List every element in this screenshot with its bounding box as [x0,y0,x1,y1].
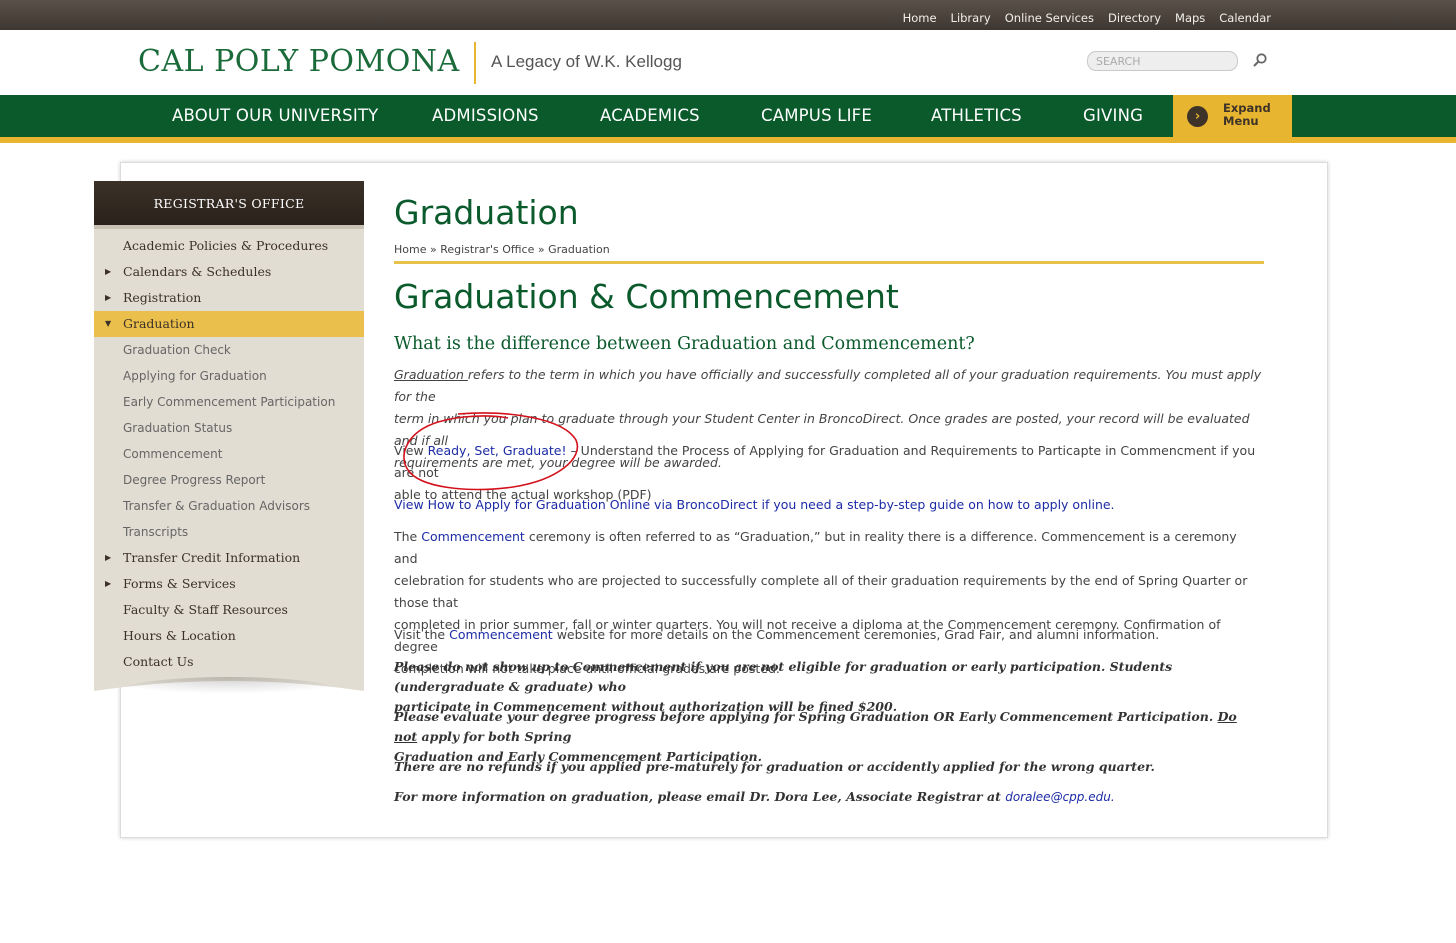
sidebar-item-label: Graduation Check [123,343,231,357]
nav-giving[interactable]: GIVING [1083,106,1143,125]
sidebar-item-label: Transfer Credit Information [123,550,301,565]
notice-text: apply for both Spring [417,729,572,744]
section-heading: Graduation & Commencement [394,277,899,316]
search-icon[interactable] [1252,52,1268,68]
sidebar-item-label: Faculty & Staff Resources [123,602,288,617]
sidebar-item-label: Calendars & Schedules [123,264,272,279]
sidebar-item-label: Graduation Status [123,421,233,435]
expand-menu-label: Expand Menu [1223,101,1271,128]
sidebar-subitem-early-commencement[interactable]: Early Commencement Participation [94,389,364,415]
commencement-website-paragraph: Visit the Commencement website for more … [394,624,1264,646]
utility-link-online-services[interactable]: Online Services [1005,11,1094,25]
university-logo[interactable]: CAL POLY POMONA [138,44,460,79]
page-title: Graduation [394,193,579,232]
sidebar-subitem-graduation-status[interactable]: Graduation Status [94,415,364,441]
paragraph-text: View [394,443,428,458]
breadcrumb-registrar[interactable]: Registrar's Office [440,243,534,256]
utility-link-home[interactable]: Home [903,11,937,25]
paragraph-text: website for more details on the Commence… [552,627,1160,642]
sidebar-subitem-transcripts[interactable]: Transcripts [94,519,364,545]
sidebar-item-label: Forms & Services [123,576,236,591]
nav-academics[interactable]: ACADEMICS [600,106,700,125]
expand-menu-button[interactable]: › Expand Menu [1173,95,1292,137]
title-divider [394,261,1264,264]
sidebar-item-label: Commencement [123,447,223,461]
sidebar-item-label: Transcripts [123,525,189,539]
paragraph-text: The [394,529,422,544]
contact-notice: For more information on graduation, plea… [394,787,1264,807]
nav-gold-stripe [0,137,1456,143]
paragraph-text: refers to the term in which you have off… [394,367,1262,404]
search-input[interactable] [1087,51,1238,71]
sidebar-item-hours-location[interactable]: Hours & Location [94,623,364,649]
sidebar-subitem-applying[interactable]: Applying for Graduation [94,363,364,389]
sidebar-item-transfer-credit[interactable]: ▶ Transfer Credit Information [94,545,364,571]
site-header: CAL POLY POMONA A Legacy of W.K. Kellogg [0,30,1456,95]
sidebar-subitem-graduation-check[interactable]: Graduation Check [94,337,364,363]
nav-admissions[interactable]: ADMISSIONS [432,106,539,125]
commencement-website-link[interactable]: Commencement [449,627,553,642]
utility-link-library[interactable]: Library [951,11,991,25]
sidebar-item-contact[interactable]: Contact Us [94,649,364,675]
breadcrumb-current: Graduation [548,243,610,256]
sidebar-item-academic-policies[interactable]: Academic Policies & Procedures [94,233,364,259]
triangle-right-icon: ▶ [105,579,112,588]
nav-athletics[interactable]: ATHLETICS [931,106,1022,125]
nav-about-our-university[interactable]: ABOUT OUR UNIVERSITY [172,106,378,125]
paragraph-text: Visit the [394,627,450,642]
sidebar-item-label: Graduation [123,316,195,331]
email-link[interactable]: doralee@cpp.edu. [1005,790,1114,804]
logo-divider [474,42,476,84]
sidebar-ribbon [94,675,364,705]
notice-text: Please do not show up to Commencement if… [394,659,1173,694]
commencement-link[interactable]: Commencement [421,529,525,544]
utility-link-maps[interactable]: Maps [1175,11,1205,25]
breadcrumb-separator: » [534,243,549,256]
utility-link-directory[interactable]: Directory [1108,11,1161,25]
paragraph-text: celebration for students who are project… [394,573,1248,610]
sidebar: REGISTRAR'S OFFICE Academic Policies & P… [94,181,364,705]
utility-bar: Home Library Online Services Directory M… [0,0,1456,30]
triangle-right-icon: ▶ [105,553,112,562]
notice-text: For more information on graduation, plea… [394,789,1006,804]
sidebar-menu: Academic Policies & Procedures ▶ Calendar… [94,229,364,675]
sidebar-item-faculty-resources[interactable]: Faculty & Staff Resources [94,597,364,623]
sidebar-item-label: Early Commencement Participation [123,395,336,409]
sidebar-item-label: Academic Policies & Procedures [123,238,329,253]
breadcrumb: Home » Registrar's Office » Graduation [394,243,610,256]
triangle-right-icon: ▶ [105,293,112,302]
how-to-apply-link[interactable]: View How to Apply for Graduation Online … [394,497,1115,512]
sidebar-item-calendars[interactable]: ▶ Calendars & Schedules [94,259,364,285]
nav-campus-life[interactable]: CAMPUS LIFE [761,106,872,125]
sidebar-item-label: Hours & Location [123,628,236,643]
sidebar-subitem-commencement[interactable]: Commencement [94,441,364,467]
tagline: A Legacy of W.K. Kellogg [491,52,682,71]
utility-link-calendar[interactable]: Calendar [1219,11,1271,25]
sidebar-item-label: Contact Us [123,654,194,669]
utility-links: Home Library Online Services Directory M… [903,7,1271,26]
breadcrumb-home[interactable]: Home [394,243,426,256]
refund-notice: There are no refunds if you applied pre-… [394,757,1264,777]
graduation-term: Graduation [394,367,468,382]
triangle-down-icon: ▼ [105,319,112,328]
sidebar-item-label: Registration [123,290,202,305]
sidebar-item-graduation[interactable]: ▼ Graduation [94,311,364,337]
triangle-right-icon: ▶ [105,267,112,276]
notice-text: Please evaluate your degree progress bef… [394,709,1218,724]
sidebar-item-label: Applying for Graduation [123,369,267,383]
sidebar-item-label: Transfer & Graduation Advisors [123,499,311,513]
sidebar-title: REGISTRAR'S OFFICE [94,181,364,229]
notice-text: There are no refunds if you applied pre-… [394,759,1155,774]
how-to-apply-paragraph: View How to Apply for Graduation Online … [394,494,1264,516]
sidebar-subitem-degree-progress[interactable]: Degree Progress Report [94,467,364,493]
sidebar-item-label: Degree Progress Report [123,473,266,487]
section-subheading: What is the difference between Graduatio… [394,334,975,354]
sidebar-item-forms[interactable]: ▶ Forms & Services [94,571,364,597]
sidebar-item-registration[interactable]: ▶ Registration [94,285,364,311]
breadcrumb-separator: » [426,243,441,256]
ready-set-graduate-link[interactable]: Ready, Set, Graduate! [428,443,567,458]
chevron-right-icon: › [1187,106,1208,127]
sidebar-subitem-advisors[interactable]: Transfer & Graduation Advisors [94,493,364,519]
